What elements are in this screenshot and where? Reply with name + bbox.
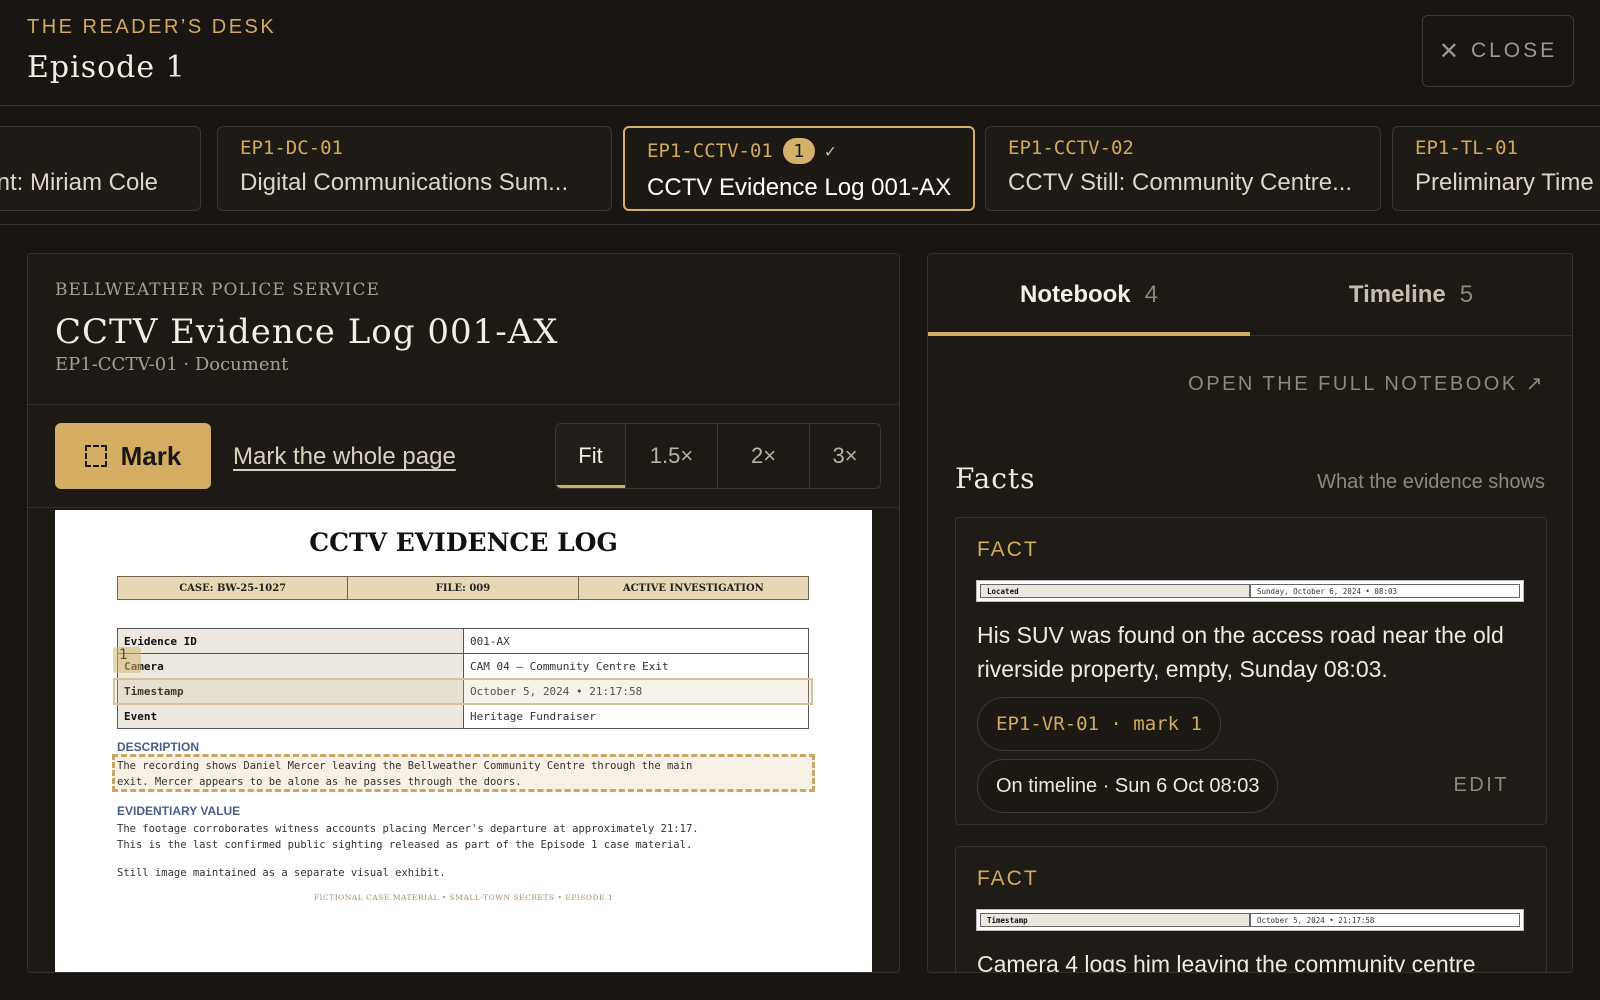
document-page[interactable]: CCTV EVIDENCE LOG CASE: BW-25-1027 FILE:… [55, 510, 872, 972]
description-text: The recording shows Daniel Mercer leavin… [117, 760, 693, 788]
doc-tab-code: EP1-CCTV-02 [1008, 137, 1134, 159]
evidence-snippet: Located Sunday, October 6, 2024 • 08:03 [976, 580, 1524, 602]
case-number: CASE: BW-25-1027 [118, 577, 349, 599]
facts-heading: Facts [955, 462, 1036, 495]
zoom-2x-button[interactable]: 2× [718, 424, 810, 488]
notebook-tabs: Notebook 4 Timeline 5 [928, 254, 1572, 336]
row-value: 001-AX [463, 628, 809, 654]
snippet-value: Sunday, October 6, 2024 • 08:03 [1250, 584, 1520, 598]
fact-text: Camera 4 logs him leaving the community … [977, 951, 1476, 973]
file-number: FILE: 009 [348, 577, 579, 599]
mark-count-badge: 1 [782, 138, 815, 164]
doc-tab-preliminary-timeline[interactable]: EP1-TL-01 Preliminary Time [1392, 126, 1600, 211]
doc-tab-code: EP1-CCTV-01 [647, 140, 773, 162]
zoom-1-5x-button[interactable]: 1.5× [626, 424, 718, 488]
doc-tab-label: ent: Miriam Cole [0, 169, 158, 196]
mark-button[interactable]: Mark [55, 423, 211, 489]
doc-tab-cctv-evidence-log[interactable]: EP1-CCTV-01 1 ✓ CCTV Evidence Log 001-AX [623, 126, 975, 211]
mark-whole-page-link[interactable]: Mark the whole page [233, 443, 456, 471]
close-icon: ✕ [1438, 37, 1459, 65]
page-footer: FICTIONAL CASE MATERIAL • SMALL-TOWN SEC… [313, 893, 614, 902]
row-label: Event [117, 703, 464, 729]
description-heading: DESCRIPTION [117, 740, 200, 754]
evidentiary-value-heading: EVIDENTIARY VALUE [117, 804, 241, 818]
tab-count: 4 [1144, 280, 1159, 308]
document-agency: BELLWEATHER POLICE SERVICE [55, 280, 380, 300]
tab-timeline[interactable]: Timeline 5 [1250, 254, 1572, 335]
row-label: Camera [117, 653, 464, 679]
mark-label: Mark [120, 440, 182, 471]
tab-label: Notebook [1019, 280, 1131, 308]
reader-desk-header: THE READER’S DESK Episode 1 ✕ CLOSE [0, 0, 1600, 106]
document-title: CCTV Evidence Log 001-AX [55, 312, 559, 352]
row-label: Evidence ID [117, 628, 464, 654]
doc-tab-label: Preliminary Time [1415, 169, 1594, 196]
document-tabs-strip[interactable]: ent: Miriam Cole EP1-DC-01 Digital Commu… [0, 106, 1600, 225]
source-chip[interactable]: EP1-VR-01 · mark 1 [977, 697, 1221, 751]
zoom-selector: Fit 1.5× 2× 3× [555, 423, 881, 489]
zoom-fit-button[interactable]: Fit [556, 424, 626, 488]
tab-notebook[interactable]: Notebook 4 [928, 254, 1250, 336]
doc-tab-code-row: EP1-CCTV-01 1 ✓ [647, 138, 951, 164]
snippet-label: Located [980, 584, 1250, 598]
edit-button[interactable]: EDIT [1453, 774, 1509, 797]
doc-tab-label: Digital Communications Sum... [240, 169, 569, 196]
selection-icon [84, 445, 107, 467]
doc-tab-label: CCTV Evidence Log 001-AX [647, 174, 952, 201]
table-row: Evidence ID 001-AX [117, 628, 809, 654]
page-title: CCTV EVIDENCE LOG [309, 528, 618, 557]
doc-tab-code [0, 137, 178, 159]
snippet-value: October 5, 2024 • 21:17:58 [1250, 913, 1520, 927]
viewer-toolbar: Mark Mark the whole page Fit 1.5× 2× 3× [28, 405, 899, 508]
evidence-snippet: Timestamp October 5, 2024 • 21:17:58 [976, 909, 1524, 931]
still-note: Still image maintained as a separate vis… [117, 867, 446, 879]
fact-label: FACT [977, 538, 1039, 561]
timestamp-row-highlight[interactable] [113, 678, 813, 705]
document-viewer-panel: BELLWEATHER POLICE SERVICE CCTV Evidence… [27, 253, 900, 973]
doc-tab-label: CCTV Still: Community Centre... [1008, 169, 1353, 196]
doc-tab-cctv-still[interactable]: EP1-CCTV-02 CCTV Still: Community Centre… [985, 126, 1381, 211]
fact-label: FACT [977, 867, 1039, 890]
notebook-panel: Notebook 4 Timeline 5 OPEN THE FULL NOTE… [927, 253, 1573, 973]
doc-tab-code: EP1-DC-01 [240, 137, 343, 159]
case-meta-bar: CASE: BW-25-1027 FILE: 009 ACTIVE INVEST… [117, 576, 809, 600]
fact-card[interactable]: FACT Timestamp October 5, 2024 • 21:17:5… [955, 846, 1547, 973]
case-status: ACTIVE INVESTIGATION [622, 582, 764, 594]
fact-card[interactable]: FACT Located Sunday, October 6, 2024 • 0… [955, 517, 1547, 825]
document-subtitle: EP1-CCTV-01 · Document [55, 354, 289, 375]
snippet-label: Timestamp [980, 913, 1250, 927]
zoom-3x-button[interactable]: 3× [810, 424, 880, 488]
mark-marker[interactable]: 1 [113, 647, 141, 673]
row-value: CAM 04 — Community Centre Exit [463, 653, 809, 679]
fact-text: His SUV was found on the access road nea… [977, 622, 1504, 682]
check-icon: ✓ [824, 140, 836, 162]
episode-title: Episode 1 [27, 50, 186, 85]
open-full-notebook-link[interactable]: OPEN THE FULL NOTEBOOK ↗ [1188, 371, 1545, 396]
facts-subheading: What the evidence shows [1317, 471, 1545, 493]
tab-label: Timeline [1348, 280, 1446, 308]
doc-tab-witness-statement[interactable]: ent: Miriam Cole [0, 126, 201, 211]
close-label: CLOSE [1470, 39, 1558, 62]
doc-tab-code: EP1-TL-01 [1415, 137, 1518, 159]
close-button[interactable]: ✕ CLOSE [1422, 15, 1574, 87]
tab-count: 5 [1459, 280, 1474, 308]
doc-tab-digital-communications[interactable]: EP1-DC-01 Digital Communications Sum... [217, 126, 612, 211]
timeline-chip[interactable]: On timeline · Sun 6 Oct 08:03 [977, 759, 1279, 813]
table-row: Camera CAM 04 — Community Centre Exit [117, 653, 809, 679]
table-row: Event Heritage Fundraiser [117, 703, 809, 729]
desk-eyebrow: THE READER’S DESK [27, 16, 277, 38]
row-value: Heritage Fundraiser [463, 703, 809, 729]
evidentiary-value-text: The footage corroborates witness account… [117, 823, 699, 851]
